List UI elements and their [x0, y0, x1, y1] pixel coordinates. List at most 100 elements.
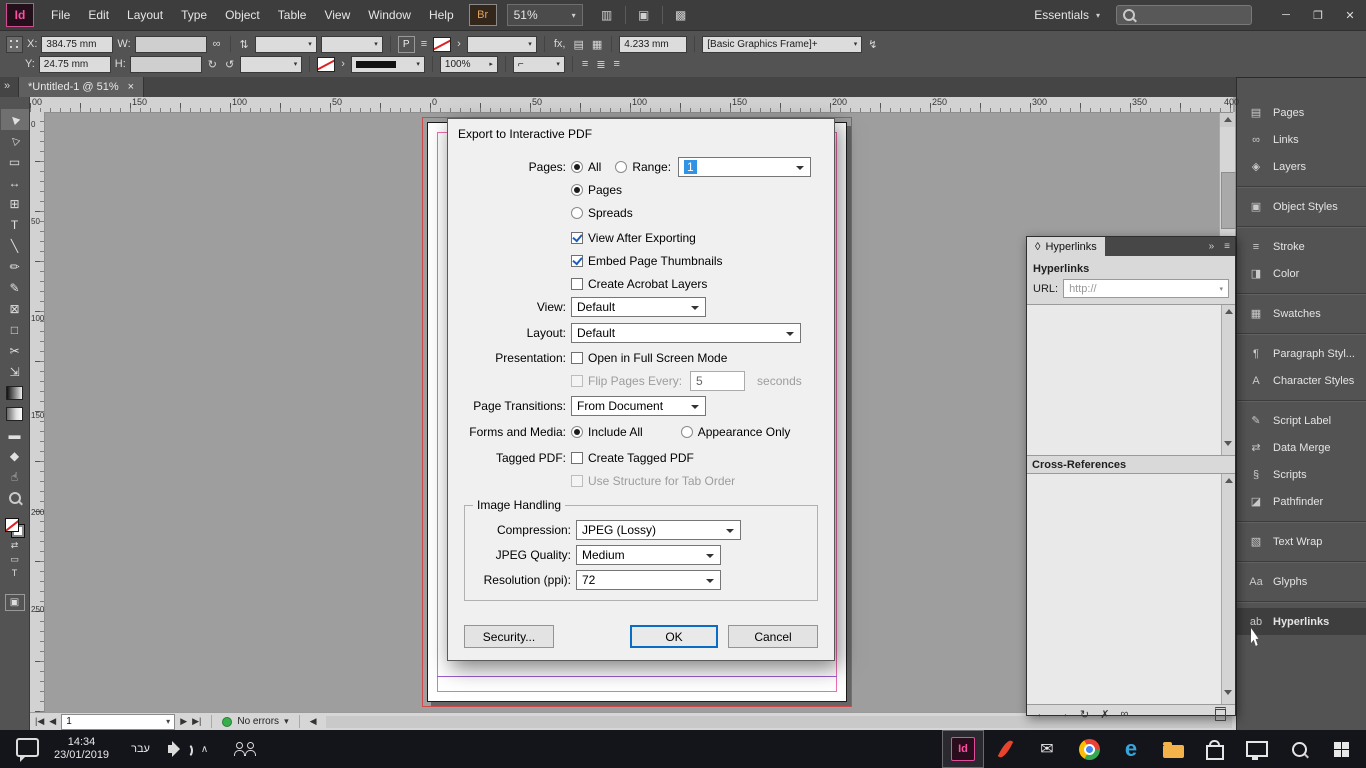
- formatting-text-icon[interactable]: T: [12, 566, 18, 580]
- scale-x-dropdown[interactable]: ▾: [254, 35, 317, 53]
- selection-tool[interactable]: ▶: [0, 109, 29, 130]
- trash-icon[interactable]: [1215, 707, 1226, 721]
- taskbar-search[interactable]: [1278, 730, 1320, 768]
- hand-tool[interactable]: ☝: [1, 466, 29, 487]
- include-all-radio[interactable]: [571, 425, 583, 438]
- fill-swatch[interactable]: [4, 518, 19, 532]
- update-icon[interactable]: ↻: [1080, 708, 1089, 721]
- previous-page-button[interactable]: ◀: [49, 716, 56, 727]
- corner-options-dropdown[interactable]: ⌐ ▾: [512, 55, 565, 73]
- fill-none-swatch[interactable]: [433, 36, 452, 52]
- reference-point-proxy[interactable]: [6, 35, 23, 53]
- dock-item-data-merge[interactable]: ⇄ Data Merge: [1237, 434, 1366, 461]
- taskbar-store[interactable]: [1194, 730, 1236, 768]
- free-transform-tool[interactable]: ⇲: [1, 361, 29, 382]
- swap-fill-stroke-icon[interactable]: ⇄: [11, 538, 19, 552]
- view-after-exporting-checkbox[interactable]: [571, 231, 583, 244]
- range-radio[interactable]: [615, 160, 628, 173]
- ruler-guide[interactable]: [437, 676, 837, 677]
- frame-grid-icon[interactable]: ▦: [590, 38, 604, 51]
- preflight-menu-icon[interactable]: ▾: [284, 716, 289, 727]
- stroke-none-swatch[interactable]: [317, 56, 336, 72]
- menu-object[interactable]: Object: [216, 0, 269, 30]
- scissors-tool[interactable]: ✂: [1, 340, 29, 361]
- align-center-icon[interactable]: ≣: [594, 58, 607, 71]
- dock-item-swatches[interactable]: ▦ Swatches: [1237, 300, 1366, 327]
- close-button[interactable]: ✕: [1334, 0, 1366, 30]
- dock-item-pages[interactable]: ▤ Pages: [1237, 99, 1366, 126]
- align-icon[interactable]: ≡: [419, 38, 429, 50]
- view-options-icon[interactable]: ▥: [595, 5, 619, 25]
- direct-selection-tool[interactable]: ▷: [1, 130, 29, 151]
- shear-dropdown[interactable]: ▾: [320, 35, 383, 53]
- volume-icon[interactable]: [167, 741, 193, 758]
- stroke-type-dropdown[interactable]: ▾: [466, 35, 537, 53]
- dock-item-object-styles[interactable]: ▣ Object Styles: [1237, 193, 1366, 220]
- jpeg-quality-dropdown[interactable]: Medium: [576, 544, 721, 565]
- menu-edit[interactable]: Edit: [79, 0, 118, 30]
- opacity-dropdown[interactable]: 100% ▸: [439, 55, 498, 73]
- horizontal-ruler[interactable]: 00 150 100 50 0 50 100 150 200 250 300 3…: [30, 97, 1239, 113]
- embed-page-thumbnails-checkbox[interactable]: [571, 254, 583, 267]
- dock-item-text-wrap[interactable]: ▧ Text Wrap: [1237, 528, 1366, 555]
- object-style-dropdown[interactable]: [Basic Graphics Frame]+ ▾: [702, 35, 863, 53]
- delete-icon[interactable]: ✗: [1100, 708, 1109, 721]
- dock-item-pathfinder[interactable]: ◪ Pathfinder: [1237, 488, 1366, 515]
- menu-file[interactable]: File: [42, 0, 79, 30]
- restore-button[interactable]: ❐: [1302, 0, 1334, 30]
- zoom-tool[interactable]: [1, 487, 29, 508]
- menu-table[interactable]: Table: [269, 0, 316, 30]
- align-left-icon[interactable]: ≡: [580, 58, 590, 70]
- compression-dropdown[interactable]: JPEG (Lossy): [576, 519, 741, 540]
- list-scrollbar[interactable]: [1221, 474, 1235, 704]
- collapse-panels-icon[interactable]: »: [4, 80, 10, 92]
- create-hyperlink-icon[interactable]: ∞: [1120, 708, 1128, 720]
- pen-tool[interactable]: ✏: [1, 256, 29, 277]
- cross-references-list[interactable]: [1027, 473, 1235, 705]
- resolution-dropdown[interactable]: 72: [576, 569, 721, 590]
- dock-item-character-styles[interactable]: A Character Styles: [1237, 367, 1366, 394]
- screen-mode-button[interactable]: ▣: [4, 594, 25, 611]
- height-field[interactable]: [129, 55, 202, 73]
- formatting-container-icon[interactable]: ▭: [10, 552, 19, 566]
- bridge-button[interactable]: Br: [468, 4, 497, 26]
- text-wrap-icon[interactable]: ▤: [571, 38, 585, 51]
- type-tool[interactable]: T: [1, 214, 29, 235]
- spreads-radio[interactable]: [571, 206, 583, 219]
- note-tool[interactable]: ▬: [1, 424, 29, 445]
- effects-icon[interactable]: fx,: [552, 38, 568, 50]
- dock-item-stroke[interactable]: ≡ Stroke: [1237, 233, 1366, 260]
- x-position-field[interactable]: 384.75 mm: [41, 35, 114, 53]
- create-tagged-pdf-checkbox[interactable]: [571, 451, 583, 464]
- pages-radio[interactable]: [571, 183, 583, 196]
- next-page-button[interactable]: ▶: [180, 716, 187, 727]
- taskbar-feather-app[interactable]: [984, 730, 1026, 768]
- width-field[interactable]: [134, 35, 207, 53]
- screen-mode-icon[interactable]: ▣: [632, 5, 656, 25]
- ok-button[interactable]: OK: [630, 625, 718, 648]
- close-tab-icon[interactable]: ×: [128, 81, 134, 93]
- fullscreen-checkbox[interactable]: [571, 351, 583, 364]
- scrollbar-thumb[interactable]: [1221, 172, 1236, 229]
- fill-stroke-swatches[interactable]: [4, 518, 25, 538]
- dock-item-hyperlinks[interactable]: ab Hyperlinks: [1237, 608, 1366, 635]
- minimize-button[interactable]: ─: [1270, 0, 1302, 30]
- taskbar-clock[interactable]: 14:34 23/01/2019: [54, 736, 109, 762]
- action-center-icon[interactable]: [16, 737, 39, 762]
- flip-vertical-icon[interactable]: ⇅: [238, 38, 251, 51]
- start-button[interactable]: [1320, 730, 1362, 768]
- gap-value-field[interactable]: 4.233 mm: [619, 35, 688, 53]
- appearance-only-radio[interactable]: [680, 425, 693, 438]
- menu-window[interactable]: Window: [359, 0, 420, 30]
- rotate-cw-icon[interactable]: ↻: [206, 58, 219, 71]
- pencil-tool[interactable]: ✎: [1, 277, 29, 298]
- panel-menu-icon[interactable]: ≡: [1219, 241, 1235, 252]
- stroke-color-dropdown[interactable]: ▾: [350, 55, 425, 73]
- dock-item-color[interactable]: ◨ Color: [1237, 260, 1366, 287]
- gap-tool[interactable]: ↔: [1, 172, 29, 193]
- language-indicator[interactable]: עבר: [131, 743, 150, 755]
- layout-dropdown[interactable]: Default: [571, 322, 801, 343]
- dock-item-glyphs[interactable]: Aa Glyphs: [1237, 568, 1366, 595]
- page-transitions-dropdown[interactable]: From Document: [571, 395, 706, 416]
- document-tab[interactable]: *Untitled-1 @ 51% ×: [18, 77, 145, 97]
